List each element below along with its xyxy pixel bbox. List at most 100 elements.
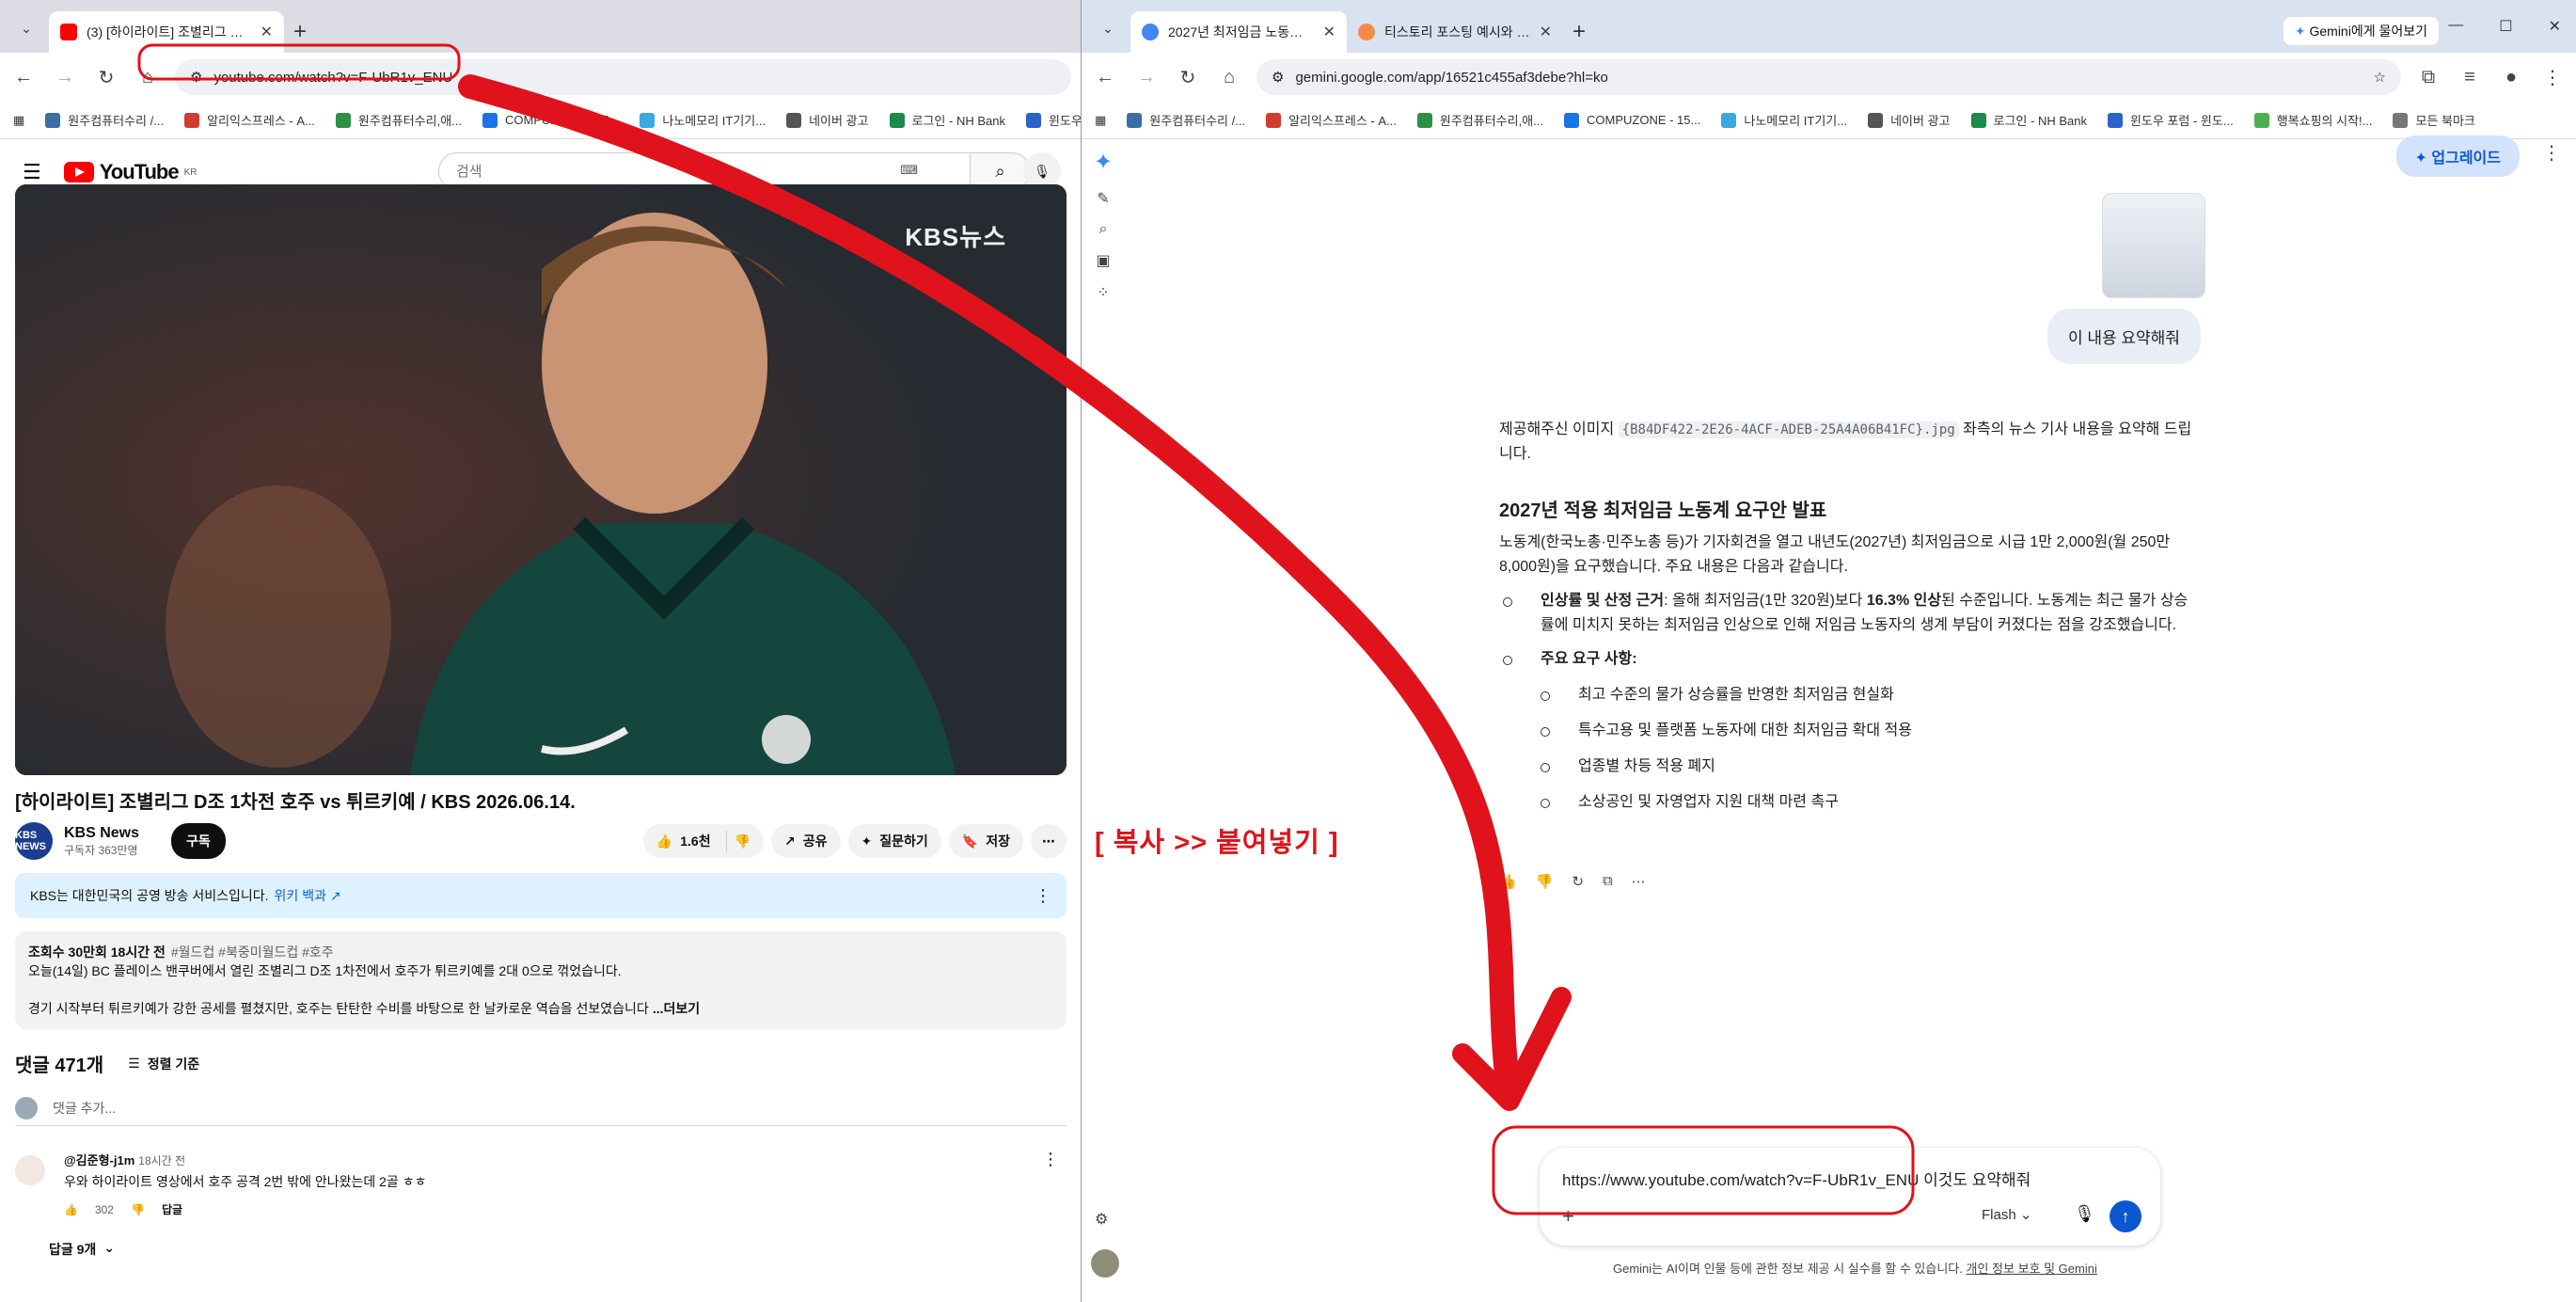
new-tab-button[interactable]: + (1572, 19, 1586, 45)
add-attachment-icon[interactable]: + (1562, 1204, 1574, 1229)
bookmark-item[interactable]: 알리익스프레스 - A... (184, 111, 315, 129)
back-icon[interactable]: ← (9, 67, 38, 88)
replies-toggle[interactable]: 답글 9개 ⌄ (49, 1240, 115, 1259)
thumbs-down-icon[interactable]: 👎 (1536, 873, 1554, 890)
reload-icon[interactable]: ↻ (1174, 66, 1202, 89)
gemini-kebab-icon[interactable]: ⋮ (2542, 141, 2561, 165)
close-tab-icon[interactable]: ✕ (261, 23, 273, 41)
bookmark-item[interactable]: 나노메모리 IT기기... (640, 111, 766, 129)
address-bar[interactable]: ⚙ gemini.google.com/app/16521c455af3debe… (1256, 59, 2401, 95)
bookmark-item[interactable]: COMPUZONE - 15... (1564, 112, 1700, 128)
channel-avatar[interactable]: KBS NEWS (15, 822, 53, 860)
site-info-icon[interactable]: ⚙ (190, 69, 202, 86)
video-player[interactable]: KBS뉴스 (15, 184, 1067, 775)
bookmark-item[interactable]: COMPUZONE - 15... (482, 112, 619, 128)
bookmark-item[interactable]: 원주컴퓨터수리,애... (1416, 111, 1543, 129)
bookmark-item[interactable]: 모든 북마크 (2393, 111, 2475, 129)
more-actions-icon[interactable]: ⋯ (1031, 824, 1067, 858)
minimize-icon[interactable]: — (2448, 17, 2463, 36)
browser-menu-icon[interactable]: ⋮ (2538, 66, 2567, 89)
attached-image-thumbnail[interactable] (2102, 193, 2205, 298)
apps-icon[interactable]: ▦ (13, 113, 24, 128)
ask-gemini-button[interactable]: ✦ Gemini에게 물어보기 (2283, 17, 2439, 45)
apps-icon[interactable]: ▦ (1095, 113, 1106, 128)
menu-icon[interactable]: ☰ (23, 160, 41, 184)
comment-like-icon[interactable]: 👍 (64, 1199, 78, 1220)
subscribe-button[interactable]: 구독 (171, 823, 226, 859)
show-more-link[interactable]: ...더보기 (653, 1001, 700, 1016)
microphone-icon[interactable]: 🎙 (2074, 1204, 2095, 1224)
tab-youtube[interactable]: (3) [하이라이트] 조별리그 D조 ✕ (49, 11, 284, 53)
description-box[interactable]: 조회수 30만회 18시간 전 #월드컵 #북중미월드컵 #호주 오늘(14일) … (15, 931, 1067, 1029)
hashtags[interactable]: #월드컵 #북중미월드컵 #호주 (171, 945, 334, 960)
bookmark-item[interactable]: 원주컴퓨터수리 /... (1127, 111, 1245, 129)
add-comment-row[interactable]: 댓글 추가... (15, 1097, 1067, 1126)
new-chat-icon[interactable]: ✎ (1097, 189, 1109, 208)
wiki-link[interactable]: 위키 백과 ↗ (275, 886, 341, 905)
extensions-icon[interactable]: ⧉ (2414, 67, 2442, 88)
thumbs-up-icon[interactable]: 👍 (1499, 873, 1517, 890)
reply-button[interactable]: 답글 (162, 1199, 182, 1220)
share-button[interactable]: ↗ 공유 (771, 824, 841, 858)
save-button[interactable]: 🔖 저장 (948, 824, 1023, 858)
bookmark-item[interactable]: 윈도우 포럼 - 윈도... (2107, 111, 2234, 129)
home-icon[interactable]: ⌂ (134, 67, 162, 88)
like-button[interactable]: 👍 1.6천 👎 (642, 824, 765, 858)
regenerate-icon[interactable]: ↻ (1572, 873, 1584, 890)
profile-icon[interactable]: ● (2497, 67, 2525, 88)
upgrade-button[interactable]: ✦ 업그레이드 (2395, 135, 2520, 177)
prompt-input-text[interactable]: https://www.youtube.com/watch?v=F-UbR1v_… (1562, 1167, 2031, 1190)
back-icon[interactable]: ← (1091, 67, 1119, 88)
gemini-logo-icon[interactable]: ✦ (1094, 149, 1113, 176)
prompt-input-box[interactable]: https://www.youtube.com/watch?v=F-UbR1v_… (1540, 1148, 2160, 1246)
gems-icon[interactable]: ⁘ (1097, 283, 1109, 302)
bookmark-item[interactable]: 윈도우 포럼 - (1025, 111, 1081, 129)
home-icon[interactable]: ⌂ (1215, 67, 1243, 88)
bookmark-item[interactable]: 나노메모리 IT기기... (1721, 111, 1847, 129)
star-icon[interactable]: ☆ (2374, 69, 2386, 86)
bookmark-item[interactable]: 원주컴퓨터수리 /... (45, 111, 164, 129)
commenter-avatar[interactable] (15, 1155, 45, 1185)
reload-icon[interactable]: ↻ (92, 66, 120, 89)
close-tab-icon[interactable]: ✕ (1323, 23, 1335, 41)
bookmark-item[interactable]: 알리익스프레스 - A... (1266, 111, 1397, 129)
close-window-icon[interactable]: ✕ (2549, 17, 2561, 36)
bookmark-item[interactable]: 네이버 광고 (1868, 111, 1951, 129)
comment-kebab-icon[interactable]: ⋮ (1042, 1150, 1059, 1169)
bookmark-item[interactable]: 로그인 - NH Bank (889, 111, 1005, 129)
settings-icon[interactable]: ⚙ (1095, 1210, 1108, 1229)
forward-icon[interactable]: → (51, 67, 79, 88)
bookmark-item[interactable]: 네이버 광고 (786, 111, 869, 129)
site-info-icon[interactable]: ⚙ (1272, 69, 1284, 86)
more-icon[interactable]: ⋯ (1632, 873, 1646, 890)
model-selector[interactable]: Flash ⌄ (1982, 1206, 2031, 1223)
privacy-link[interactable]: 개인 정보 보호 및 Gemini (1967, 1262, 2097, 1276)
thumbs-down-icon[interactable]: 👎 (735, 834, 751, 849)
commenter-name[interactable]: @김준형-j1m (64, 1153, 134, 1167)
bookmark-item[interactable]: 원주컴퓨터수리,애... (335, 111, 462, 129)
bookmark-item[interactable]: 행복쇼핑의 시작!... (2253, 111, 2372, 129)
channel-name[interactable]: KBS News (64, 825, 139, 842)
copy-icon[interactable]: ⧉ (1603, 873, 1613, 890)
account-avatar[interactable] (1091, 1249, 1119, 1278)
new-tab-button[interactable]: + (293, 19, 307, 45)
tab-search-button[interactable]: ⌄ (1091, 11, 1125, 45)
keyboard-icon[interactable]: ⌨ (900, 163, 918, 178)
send-button[interactable]: ↑ (2110, 1200, 2141, 1232)
bookmark-item[interactable]: 로그인 - NH Bank (1970, 111, 2087, 129)
tab-gemini[interactable]: 2027년 최저임금 노동계 요구안 ✕ (1130, 11, 1347, 53)
close-tab-icon[interactable]: ✕ (1540, 23, 1552, 41)
youtube-logo[interactable]: YouTube KR (63, 160, 197, 184)
sort-button[interactable]: ☰ 정렬 기준 (128, 1055, 199, 1073)
comment-dislike-icon[interactable]: 👎 (131, 1199, 145, 1220)
address-bar[interactable]: ⚙ youtube.com/watch?v=F-UbR1v_ENU (175, 59, 1071, 95)
search-icon[interactable]: ⌕ (1099, 221, 1108, 238)
tab-search-button[interactable]: ⌄ (9, 11, 43, 45)
forward-icon[interactable]: → (1132, 67, 1161, 88)
maximize-icon[interactable]: ☐ (2499, 17, 2512, 36)
gallery-icon[interactable]: ▣ (1096, 251, 1110, 270)
media-icon[interactable]: ≡ (2456, 67, 2484, 88)
ask-button[interactable]: ✦ 질문하기 (847, 824, 941, 858)
info-kebab-icon[interactable]: ⋮ (1035, 886, 1051, 906)
tab-tistory[interactable]: 티스토리 포스팅 예시와 사진 ✕ (1347, 11, 1563, 53)
